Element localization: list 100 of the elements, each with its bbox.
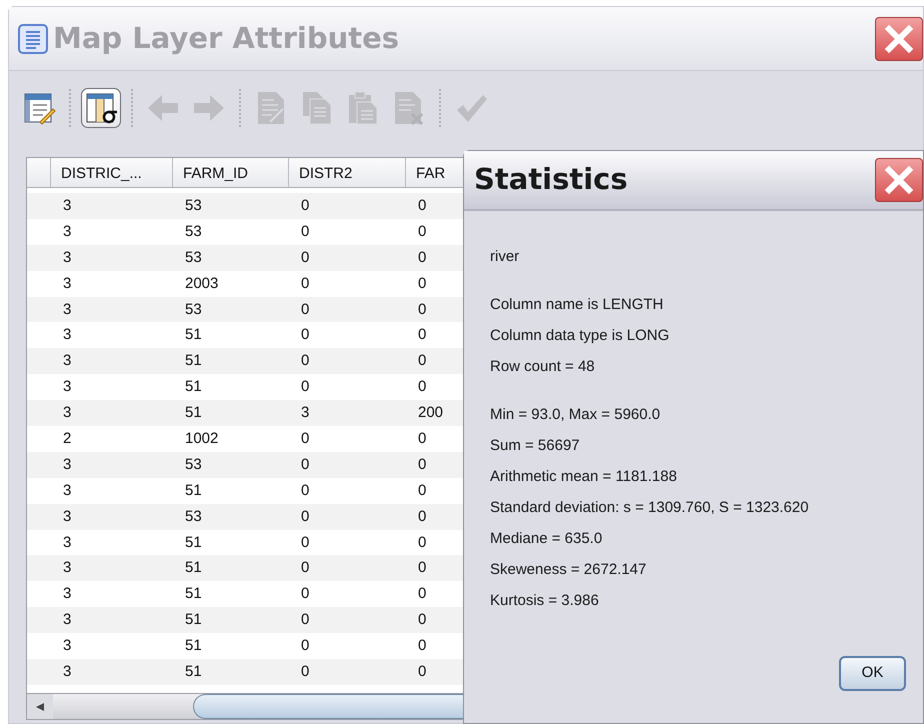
table-cell-text: 0 (417, 326, 426, 344)
table-cell-text: 0 (300, 378, 310, 396)
table-cell-text: 3 (62, 274, 72, 292)
table-cell-text: 0 (417, 611, 426, 628)
column-header[interactable]: DISTR2 (289, 158, 406, 187)
table-cell-text: 3 (62, 222, 72, 240)
table-cell-text: 3 (62, 352, 72, 370)
table-cell-text: 53 (184, 222, 202, 240)
table-cell-text: 0 (300, 430, 310, 447)
table-cell-text: 0 (300, 482, 310, 499)
table-cell-text: 3 (62, 534, 72, 551)
dialog-title: Statistics (474, 161, 628, 198)
table-cell-text: 3 (62, 662, 72, 680)
table-cell-text: 3 (62, 196, 72, 214)
table-cell-text: 3 (62, 300, 72, 318)
table-cell-text: 0 (417, 248, 426, 266)
table-cell-text: 0 (417, 274, 426, 292)
statistics-text: Column data type is LONG (490, 326, 670, 346)
table-cell-text: 3 (62, 456, 72, 473)
table-cell-text: 53 (184, 300, 202, 318)
statistics-text: Arithmetic mean = 1181.188 (490, 467, 678, 487)
table-cell-text: 0 (300, 352, 310, 370)
table-cell-text: 0 (300, 196, 310, 214)
close-button[interactable] (875, 158, 923, 202)
table-cell-text: 0 (300, 456, 310, 473)
statistics-text: Kurtosis = 3.986 (490, 591, 600, 611)
column-header[interactable]: FAR (406, 158, 463, 187)
left-triangle-icon (35, 702, 45, 712)
table-cell-text: 0 (417, 456, 426, 473)
table-cell-text: 3 (62, 508, 72, 525)
statistics-text: Min = 93.0, Max = 5960.0 (490, 405, 662, 425)
table-cell-text: 0 (300, 326, 310, 344)
table-cell-text: 0 (300, 662, 310, 680)
table-cell-text: 51 (184, 404, 202, 422)
table-cell-text: 51 (184, 378, 202, 396)
table-cell-text: 0 (417, 662, 426, 680)
table-cell-text: 0 (300, 274, 310, 292)
table-cell-text: 0 (300, 248, 310, 266)
ok-button[interactable]: OK (839, 656, 906, 691)
table-cell-text: 0 (300, 508, 310, 525)
close-button[interactable] (875, 17, 923, 61)
table-cell-text: 0 (417, 637, 426, 654)
table-cell-text: 0 (417, 222, 426, 240)
statistics-text: Column name is LENGTH (490, 295, 664, 315)
table-cell-text: 2 (62, 430, 72, 447)
table-cell-text: 0 (417, 378, 426, 396)
table-cell-text: 2003 (184, 274, 218, 292)
statistics-text: Row count = 48 (490, 357, 596, 377)
table-cell-text: 0 (417, 300, 426, 318)
table-cell-text: 0 (300, 300, 310, 318)
table-cell-text: 51 (184, 326, 202, 344)
table-cell-text: 0 (417, 534, 426, 551)
table-cell-text: 1002 (184, 430, 218, 447)
table-cell-text: 3 (62, 637, 72, 654)
table-cell-text: 3 (62, 585, 72, 602)
statistics-text: Standard deviation: s = 1309.760, S = 1323.620 (490, 498, 810, 518)
table-cell-text: 53 (184, 196, 202, 214)
table-cell-text: 53 (184, 248, 202, 266)
table-cell-text: 0 (300, 534, 310, 551)
table-cell-text: 0 (300, 637, 310, 654)
table-cell-text: 0 (417, 196, 426, 214)
table-cell-text: 3 (300, 404, 310, 422)
table-cell-text: 51 (184, 662, 202, 680)
table-cell-text: 0 (300, 222, 310, 240)
table-cell-text: 0 (417, 508, 426, 525)
table-cell-text: 51 (184, 352, 202, 370)
table-cell-text: 200 (417, 404, 444, 422)
table-cell-text: 0 (300, 585, 310, 602)
table-cell-text: 0 (300, 559, 310, 576)
statistics-text: Skeweness = 2672.147 (490, 560, 648, 580)
table-cell-text: 3 (62, 378, 72, 396)
table-cell-text: 3 (62, 611, 72, 628)
column-header[interactable]: DISTRIC_... (51, 158, 173, 187)
table-cell-text: 3 (62, 248, 72, 266)
table-cell-text: 53 (184, 456, 202, 473)
table-cell-text: 0 (300, 611, 310, 628)
table-cell-text: 0 (417, 559, 426, 576)
window-title: Map Layer Attributes (53, 20, 400, 57)
table-cell-text: 0 (417, 430, 426, 447)
table-cell-text: 51 (184, 637, 202, 654)
scrollbar-thumb[interactable] (193, 694, 463, 719)
table-cell-text: 0 (417, 352, 426, 370)
column-header[interactable]: FARM_ID (173, 158, 289, 187)
statistics-text: river (490, 247, 520, 267)
table-cell-text: 51 (184, 482, 202, 499)
table-cell-text: 51 (184, 585, 202, 602)
scroll-left-button[interactable] (27, 694, 53, 719)
document-icon (17, 22, 49, 54)
table-cell-text: 51 (184, 534, 202, 551)
statistics-text: Sum = 56697 (490, 436, 581, 456)
table-cell-text: 3 (62, 482, 72, 499)
table-cell-text: 3 (62, 404, 72, 422)
table-cell-text: 0 (417, 482, 426, 499)
horizontal-scrollbar[interactable] (27, 693, 463, 719)
table-cell-text: 0 (417, 585, 426, 602)
table-cell-text: 3 (62, 326, 72, 344)
table-sigma-button[interactable] (81, 88, 121, 128)
table-cell-text: 51 (184, 611, 202, 628)
table-cell-text: 3 (62, 559, 72, 576)
table-cell-text: 51 (184, 559, 202, 576)
